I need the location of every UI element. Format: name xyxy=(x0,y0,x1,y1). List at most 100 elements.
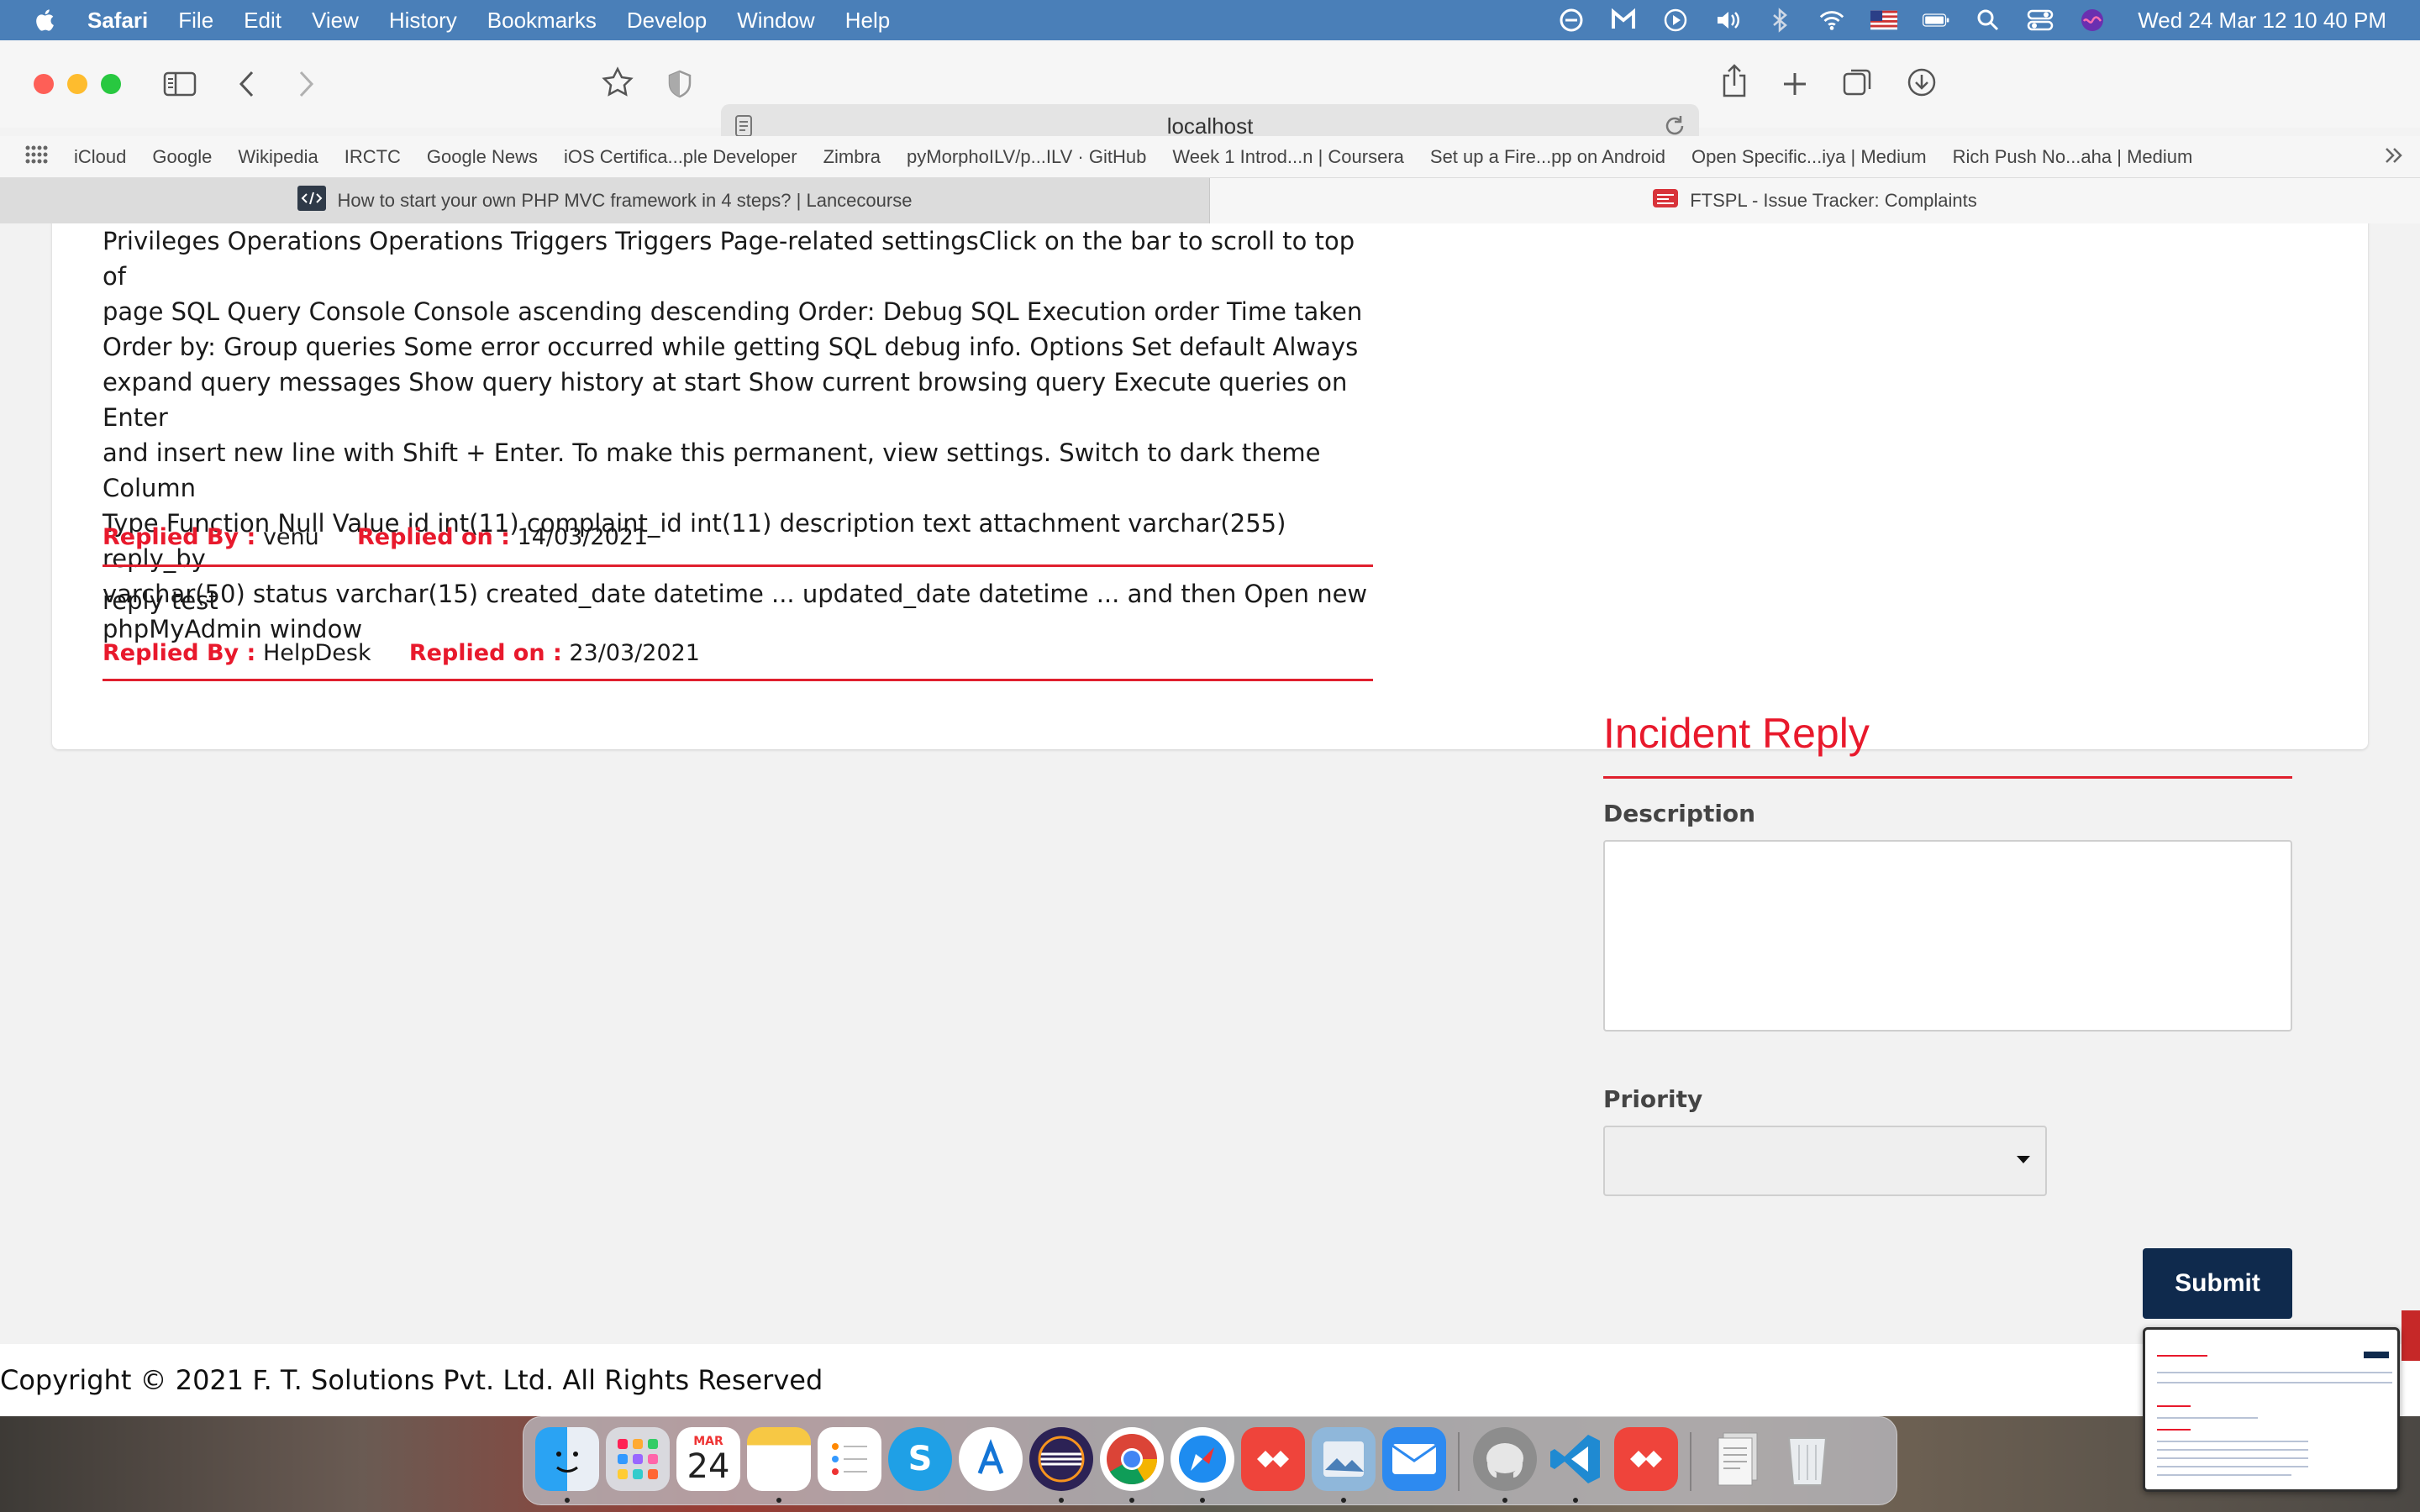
description-textarea[interactable] xyxy=(1603,840,2292,1032)
documents-icon[interactable] xyxy=(1705,1427,1769,1491)
bookmark-item[interactable]: iOS Certifica...ple Developer xyxy=(564,146,797,168)
tab-bar: How to start your own PHP MVC framework … xyxy=(0,178,2420,223)
preview-icon[interactable] xyxy=(1312,1427,1376,1491)
bookmark-item[interactable]: pyMorphoILV/p...ILV · GitHub xyxy=(907,146,1146,168)
wifi-icon[interactable] xyxy=(1818,7,1845,34)
favorites-grid-icon[interactable] xyxy=(25,145,49,169)
notes-icon[interactable] xyxy=(747,1427,811,1491)
anydesk-icon[interactable] xyxy=(1614,1427,1678,1491)
menu-clock[interactable]: Wed 24 Mar 12 10 40 PM xyxy=(2138,8,2386,34)
thumbnail-line xyxy=(2157,1405,2191,1407)
eclipse-icon[interactable] xyxy=(1029,1427,1093,1491)
more-bookmarks-chevron-icon[interactable] xyxy=(2383,144,2405,171)
minimize-window-button[interactable] xyxy=(67,74,87,94)
calendar-icon[interactable]: MAR 24 xyxy=(676,1427,740,1491)
share-icon[interactable] xyxy=(1721,64,1748,97)
chrome-icon[interactable] xyxy=(1100,1427,1164,1491)
vscode-icon[interactable] xyxy=(1544,1427,1607,1491)
bookmark-item[interactable]: Google News xyxy=(427,146,538,168)
running-indicator xyxy=(1200,1498,1205,1503)
privacy-shield-icon[interactable] xyxy=(667,67,692,101)
menu-help[interactable]: Help xyxy=(845,8,890,34)
new-tab-icon[interactable] xyxy=(1781,67,1808,101)
tab-lancecourse[interactable]: How to start your own PHP MVC framework … xyxy=(0,178,1210,223)
bookmark-star-icon[interactable] xyxy=(602,66,634,99)
downloads-icon[interactable] xyxy=(1906,66,1938,99)
screen: Safari File Edit View History Bookmarks … xyxy=(0,0,2420,1512)
safari-icon[interactable] xyxy=(1171,1427,1234,1491)
xcode-icon[interactable] xyxy=(959,1427,1023,1491)
bookmark-item[interactable]: Rich Push No...aha | Medium xyxy=(1953,146,2193,168)
replied-on-value: 14/03/2021 xyxy=(517,524,649,550)
page-footer: Copyright © 2021 F. T. Solutions Pvt. Lt… xyxy=(0,1344,2420,1416)
bookmark-item[interactable]: Google xyxy=(152,146,212,168)
reply-line: Privileges Operations Operations Trigger… xyxy=(103,227,1355,291)
running-indicator xyxy=(1059,1498,1064,1503)
menu-bookmarks[interactable]: Bookmarks xyxy=(487,8,597,34)
sequel-pro-icon[interactable] xyxy=(1473,1427,1537,1491)
incident-reply-title: Incident Reply xyxy=(1603,710,1870,757)
tab-title: How to start your own PHP MVC framework … xyxy=(337,190,913,211)
menu-file[interactable]: File xyxy=(178,8,213,34)
submit-button[interactable]: Submit xyxy=(2143,1248,2292,1319)
menu-history[interactable]: History xyxy=(389,8,457,34)
reply-line: expand query messages Show query history… xyxy=(103,368,1348,432)
reply-divider xyxy=(103,679,1373,681)
browser-toolbar: localhost xyxy=(0,40,2420,148)
reply-divider xyxy=(103,564,1373,567)
launchpad-icon[interactable] xyxy=(606,1427,670,1491)
bookmark-item[interactable]: Set up a Fire...pp on Android xyxy=(1430,146,1665,168)
us-flag-icon[interactable] xyxy=(1870,7,1898,34)
back-icon[interactable] xyxy=(237,67,257,101)
bookmark-item[interactable]: Wikipedia xyxy=(238,146,318,168)
ftspl-logo-icon xyxy=(1653,189,1679,213)
bookmark-item[interactable]: Open Specific...iya | Medium xyxy=(1691,146,1927,168)
volume-icon[interactable] xyxy=(1714,7,1741,34)
screenshot-thumbnail[interactable] xyxy=(2143,1327,2400,1492)
priority-select[interactable] xyxy=(1603,1126,2047,1196)
menu-app-name[interactable]: Safari xyxy=(87,8,148,34)
tab-ftspl[interactable]: FTSPL - Issue Tracker: Complaints xyxy=(1210,178,2420,223)
tab-overview-icon[interactable] xyxy=(1842,66,1874,99)
bookmark-item[interactable]: iCloud xyxy=(74,146,126,168)
anydesk-icon[interactable] xyxy=(1241,1427,1305,1491)
dock-separator xyxy=(1690,1432,1691,1491)
reply-line: page SQL Query Console Console ascending… xyxy=(103,297,1363,326)
thumbnail-line xyxy=(2157,1382,2392,1383)
running-indicator xyxy=(565,1498,570,1503)
control-center-icon[interactable] xyxy=(2027,7,2054,34)
bookmark-item[interactable]: Week 1 Introd...n | Coursera xyxy=(1172,146,1404,168)
reply-line: Order by: Group queries Some error occur… xyxy=(103,333,1359,361)
bookmark-item[interactable]: Zimbra xyxy=(823,146,881,168)
replied-by-label: Replied By : xyxy=(103,640,256,666)
battery-icon[interactable] xyxy=(1923,7,1949,34)
forward-icon[interactable] xyxy=(296,67,316,101)
menu-develop[interactable]: Develop xyxy=(627,8,707,34)
code-icon xyxy=(297,186,326,216)
address-text[interactable]: localhost xyxy=(1167,113,1254,139)
apple-menu-icon[interactable] xyxy=(34,8,59,33)
close-window-button[interactable] xyxy=(34,74,54,94)
finder-icon[interactable] xyxy=(535,1427,599,1491)
sidebar-toggle-icon[interactable] xyxy=(163,67,197,101)
bookmark-item[interactable]: IRCTC xyxy=(345,146,401,168)
dock-separator xyxy=(1458,1432,1460,1491)
zoom-window-button[interactable] xyxy=(101,74,121,94)
running-indicator xyxy=(1341,1498,1346,1503)
menu-view[interactable]: View xyxy=(312,8,359,34)
bluetooth-icon[interactable] xyxy=(1766,7,1793,34)
bookmarks-bar: iCloud Google Wikipedia IRCTC Google New… xyxy=(0,136,2420,178)
skype-icon[interactable]: S xyxy=(888,1427,952,1491)
focus-icon[interactable] xyxy=(1558,7,1585,34)
siri-icon[interactable] xyxy=(2079,7,2106,34)
thumbnail-line xyxy=(2157,1355,2207,1357)
menu-edit[interactable]: Edit xyxy=(244,8,281,34)
running-indicator xyxy=(1502,1498,1507,1503)
menu-window[interactable]: Window xyxy=(737,8,814,34)
mail-badge-icon[interactable] xyxy=(1610,7,1637,34)
mail-icon[interactable] xyxy=(1382,1427,1446,1491)
spotlight-search-icon[interactable] xyxy=(1975,7,2002,34)
reminders-icon[interactable] xyxy=(818,1427,881,1491)
play-icon[interactable] xyxy=(1662,7,1689,34)
trash-icon[interactable] xyxy=(1776,1427,1839,1491)
